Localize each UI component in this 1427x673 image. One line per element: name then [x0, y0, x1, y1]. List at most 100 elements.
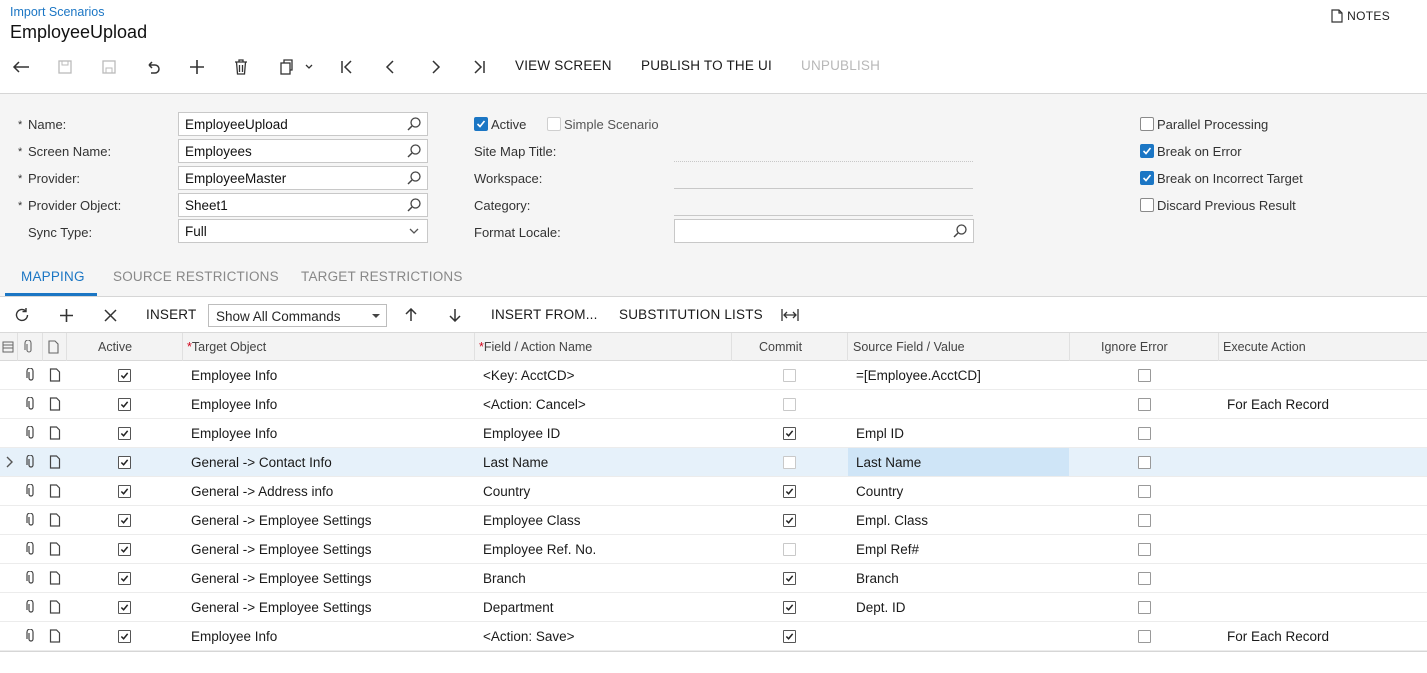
insert-button[interactable]: INSERT	[146, 307, 196, 322]
execute-action-cell[interactable]: For Each Record	[1227, 629, 1329, 644]
attachment-icon[interactable]	[24, 484, 38, 498]
search-icon[interactable]	[406, 170, 422, 186]
attachment-icon[interactable]	[24, 600, 38, 614]
ignore-error-checkbox[interactable]	[1138, 485, 1151, 498]
active-checkbox[interactable]	[118, 369, 131, 382]
ignore-error-checkbox[interactable]	[1138, 630, 1151, 643]
commit-checkbox[interactable]	[783, 601, 796, 614]
publish-button[interactable]: PUBLISH TO THE UI	[641, 58, 772, 73]
ignore-error-checkbox[interactable]	[1138, 398, 1151, 411]
target-object-cell[interactable]: General -> Address info	[191, 484, 333, 499]
sync-type-select[interactable]: Full	[178, 219, 428, 243]
commit-checkbox[interactable]	[783, 369, 796, 382]
field-action-name-cell[interactable]: Last Name	[483, 455, 548, 470]
source-field-value-cell[interactable]: Empl Ref#	[856, 542, 919, 557]
table-row[interactable]: General -> Contact Info Last Name Last Nam…	[0, 448, 1427, 477]
note-icon[interactable]	[48, 368, 62, 382]
search-icon[interactable]	[406, 116, 422, 132]
active-checkbox[interactable]	[118, 601, 131, 614]
add-icon[interactable]	[186, 56, 208, 78]
break-on-incorrect-target-checkbox[interactable]	[1140, 171, 1154, 185]
name-field[interactable]: EmployeeUpload	[178, 112, 428, 136]
table-row[interactable]: General -> Employee Settings Branch Branch	[0, 564, 1427, 593]
column-execute-action[interactable]: Execute Action	[1223, 340, 1306, 354]
commit-checkbox[interactable]	[783, 398, 796, 411]
back-arrow-icon[interactable]	[10, 56, 32, 78]
ignore-error-checkbox[interactable]	[1138, 369, 1151, 382]
attachment-icon[interactable]	[24, 571, 38, 585]
last-record-icon[interactable]	[468, 56, 490, 78]
undo-icon[interactable]	[142, 56, 164, 78]
commit-checkbox[interactable]	[783, 630, 796, 643]
active-checkbox[interactable]	[118, 572, 131, 585]
source-field-value-cell[interactable]: Dept. ID	[856, 600, 906, 615]
search-icon[interactable]	[952, 223, 968, 239]
field-action-name-cell[interactable]: <Key: AcctCD>	[483, 368, 575, 383]
field-action-name-cell[interactable]: Employee Ref. No.	[483, 542, 596, 557]
attachment-icon[interactable]	[24, 542, 38, 556]
column-field-action-name[interactable]: *Field / Action Name	[479, 340, 592, 354]
active-checkbox[interactable]	[118, 543, 131, 556]
column-source-field-value[interactable]: Source Field / Value	[853, 340, 965, 354]
active-checkbox[interactable]	[118, 427, 131, 440]
attachment-icon[interactable]	[24, 426, 38, 440]
tab-mapping[interactable]: MAPPING	[21, 269, 85, 284]
active-checkbox[interactable]	[118, 485, 131, 498]
discard-previous-result-checkbox[interactable]	[1140, 198, 1154, 212]
notes-button[interactable]: NOTES	[1331, 9, 1390, 23]
previous-record-icon[interactable]	[380, 56, 402, 78]
table-row[interactable]: Employee Info Employee ID Empl ID	[0, 419, 1427, 448]
category-field[interactable]	[674, 215, 973, 216]
field-action-name-cell[interactable]: Employee ID	[483, 426, 560, 441]
command-filter-select[interactable]: Show All Commands	[208, 304, 387, 327]
unpublish-button[interactable]: UNPUBLISH	[801, 58, 880, 73]
copy-paste-icon[interactable]	[274, 56, 318, 78]
active-checkbox[interactable]	[474, 117, 488, 131]
note-icon[interactable]	[48, 629, 62, 643]
refresh-icon[interactable]	[13, 306, 31, 324]
note-icon[interactable]	[48, 600, 62, 614]
table-row[interactable]: Employee Info <Action: Save> For Each Reco…	[0, 622, 1427, 651]
target-object-cell[interactable]: Employee Info	[191, 629, 277, 644]
target-object-cell[interactable]: General -> Contact Info	[191, 455, 332, 470]
ignore-error-checkbox[interactable]	[1138, 427, 1151, 440]
search-icon[interactable]	[406, 197, 422, 213]
field-action-name-cell[interactable]: Country	[483, 484, 530, 499]
column-ignore-error[interactable]: Ignore Error	[1101, 340, 1168, 354]
insert-from-button[interactable]: INSERT FROM...	[491, 307, 598, 322]
note-icon[interactable]	[48, 484, 62, 498]
provider-object-field[interactable]: Sheet1	[178, 193, 428, 217]
attachment-icon[interactable]	[24, 455, 38, 469]
commit-checkbox[interactable]	[783, 456, 796, 469]
commit-checkbox[interactable]	[783, 427, 796, 440]
column-commit[interactable]: Commit	[759, 340, 802, 354]
attachment-icon[interactable]	[24, 629, 38, 643]
active-checkbox[interactable]	[118, 630, 131, 643]
target-object-cell[interactable]: Employee Info	[191, 397, 277, 412]
note-icon[interactable]	[48, 542, 62, 556]
note-icon[interactable]	[48, 455, 62, 469]
table-row[interactable]: General -> Employee Settings Department De…	[0, 593, 1427, 622]
commit-checkbox[interactable]	[783, 543, 796, 556]
target-object-cell[interactable]: General -> Employee Settings	[191, 542, 371, 557]
move-down-icon[interactable]	[446, 306, 464, 324]
note-icon[interactable]	[48, 513, 62, 527]
table-row[interactable]: General -> Address info Country Country	[0, 477, 1427, 506]
active-checkbox[interactable]	[118, 456, 131, 469]
ignore-error-checkbox[interactable]	[1138, 514, 1151, 527]
delete-icon[interactable]	[230, 56, 252, 78]
execute-action-cell[interactable]: For Each Record	[1227, 397, 1329, 412]
delete-row-icon[interactable]	[101, 306, 119, 324]
first-record-icon[interactable]	[336, 56, 358, 78]
note-icon[interactable]	[48, 426, 62, 440]
note-icon[interactable]	[48, 571, 62, 585]
table-row[interactable]: Employee Info <Action: Cancel> For Each Re…	[0, 390, 1427, 419]
active-checkbox[interactable]	[118, 398, 131, 411]
source-field-value-cell[interactable]: Country	[856, 484, 903, 499]
substitution-lists-button[interactable]: SUBSTITUTION LISTS	[619, 307, 763, 322]
source-field-value-cell[interactable]: Empl. Class	[856, 513, 928, 528]
ignore-error-checkbox[interactable]	[1138, 456, 1151, 469]
commit-checkbox[interactable]	[783, 514, 796, 527]
source-field-value-cell[interactable]: Empl ID	[856, 426, 904, 441]
ignore-error-checkbox[interactable]	[1138, 572, 1151, 585]
